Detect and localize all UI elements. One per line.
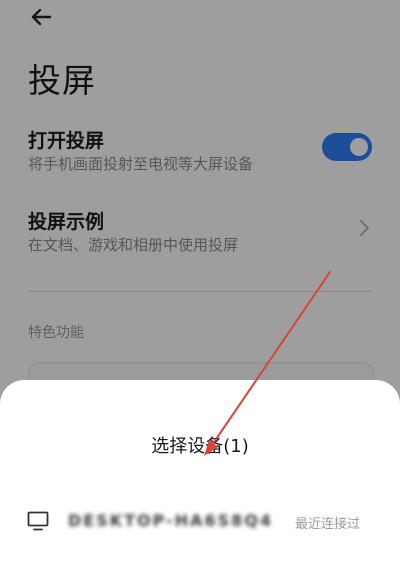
device-name: DESKTOP-HA6S8Q4 <box>68 511 274 530</box>
device-list-item[interactable]: DESKTOP-HA6S8Q4 最近连接过 <box>0 498 400 546</box>
device-picker-sheet: 选择设备(1) DESKTOP-HA6S8Q4 最近连接过 <box>0 380 400 570</box>
sheet-title: 选择设备(1) <box>151 436 249 457</box>
monitor-icon <box>27 511 49 535</box>
device-status: 最近连接过 <box>294 517 360 532</box>
